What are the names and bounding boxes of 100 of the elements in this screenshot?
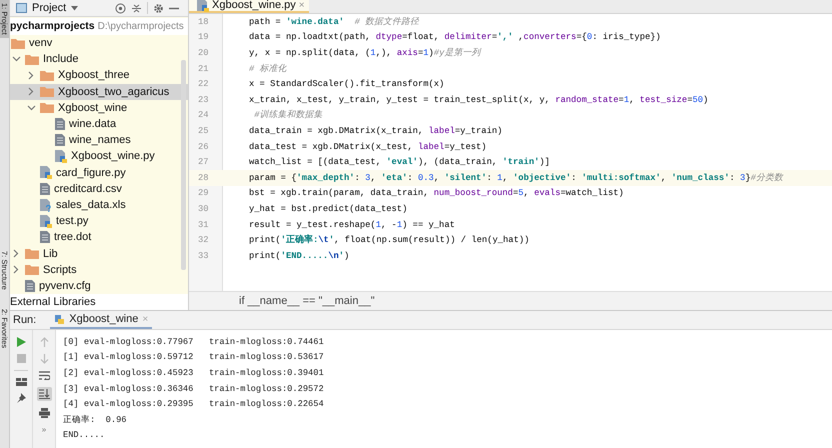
target-icon[interactable] [115,2,126,14]
code-line: data_train = xgb.DMatrix(x_train, label=y_train) [249,126,502,136]
line-number: 28 [197,172,210,183]
line-number: 21 [197,64,210,74]
tree-item-label[interactable]: wine_names [69,134,131,146]
code-line: # 标准化 [249,62,287,75]
folder-icon [40,86,54,98]
play-icon[interactable] [16,337,26,347]
python-file-icon [40,214,52,228]
code-line: print('正确率:\t', float(np.sum(result)) / len(y_hat)) [249,234,530,246]
tree-item-label[interactable]: wine.data [69,118,116,130]
line-number: 25 [197,126,210,136]
layout-icon[interactable] [16,378,26,386]
line-number: 27 [197,157,210,168]
tree-item-label[interactable]: pyvenv.cfg [39,280,91,292]
chevron-right-icon[interactable] [28,70,34,80]
settings-icon[interactable] [153,2,164,14]
line-number: 18 [197,16,210,27]
project-window-icon [16,3,27,13]
file-icon [55,118,65,130]
unknown-file-icon [40,198,52,212]
tree-item-label[interactable]: Xgboost_three [58,69,130,82]
line-number: 22 [197,79,210,90]
tree-item-label[interactable]: Include [43,53,78,66]
file-icon [40,182,50,195]
tree-item-label[interactable]: Scripts [43,264,77,276]
tree-item-label[interactable]: tree.dot [54,231,92,244]
line-number: 19 [197,32,210,42]
line-number: 33 [197,250,210,261]
editor-tab[interactable]: Xgboost_wine.py × [189,0,309,13]
code-line: result = y_test.reshape(1, -1) == y_hat [249,220,455,230]
code-line: #训练集和数据集 [253,109,323,122]
chevron-right-icon[interactable] [13,249,19,258]
caret-icon[interactable] [71,6,78,10]
code-line: path = 'wine.data' # 数据文件路径 [249,16,420,28]
python-file-icon [55,150,67,163]
code-line: y_hat = bst.predict(data_test) [249,204,408,214]
line-number: 20 [197,48,210,58]
tree-item-label[interactable]: Xgboost_wine [58,102,128,114]
tree-item-label[interactable]: Xgboost_wine.py [71,150,155,162]
line-number: 24 [197,110,210,120]
code-line: param = {'max_depth': 3, 'eta': 0.3, 'silent': 1, 'objective': 'multi:softmax', 'num_class': 3}#分类数 [249,172,783,184]
tree-row[interactable]: External Libraries [10,294,188,310]
tree-item-label[interactable]: Xgboost_two_agaricus [58,86,170,98]
project-root[interactable]: pycharmprojects [10,20,95,32]
root-row[interactable]: pycharmprojects D:\pycharmprojects [10,18,188,35]
folder-icon [40,102,54,114]
run-label: Run: [13,314,36,326]
file-icon [25,280,35,292]
python-icon [54,314,66,324]
selected-row-highlight[interactable]: Xgboost_two_agaricus [10,84,188,100]
folder-icon [11,38,25,48]
code-line: bst = xgb.train(param, data_train, num_boost_round=5, evals=watch_list) [249,188,624,198]
minimize-icon[interactable] [169,6,179,10]
code-line: data = np.loadtxt(path, dtype=float, delimiter=',' ,converters={0: iris_type}) [249,32,661,42]
file-icon [40,231,50,244]
console-line: [4] eval-mlogloss:0.29395 train-mlogloss:0.22654 [63,398,325,412]
more-button[interactable]: » [42,425,46,434]
pin-icon[interactable] [16,393,26,403]
console-line: [2] eval-mlogloss:0.45923 train-mlogloss:0.39401 [63,366,325,380]
run-tab[interactable]: Xgboost_wine × [50,311,152,329]
line-number: 23 [197,94,210,105]
project-path: D:\pycharmprojects [98,20,184,32]
code-line: print('END.....\n') [249,250,350,261]
tree-item-label[interactable]: creditcard.csv [54,182,122,195]
chevron-right-icon[interactable] [13,265,19,274]
folder-icon [25,54,39,65]
tree-item-label[interactable]: sales_data.xls [56,199,126,212]
python-file-icon [40,166,52,180]
code-line: y, x = np.split(data, (1,), axis=1)#y是第一列 [249,46,480,59]
python-file-icon [197,0,209,12]
console-line: [3] eval-mlogloss:0.36346 train-mlogloss:0.29572 [63,382,325,396]
print-icon[interactable] [38,408,50,418]
breadcrumb[interactable]: if __name__ == "__main__" [239,295,375,307]
console-line: END..... [63,429,106,442]
tree-item-label[interactable]: venv [29,37,52,49]
folder-icon [25,264,39,276]
line-number: 32 [197,235,210,246]
tree-item-label[interactable]: card_figure.py [56,166,126,179]
collapse-icon[interactable] [131,2,142,14]
line-number: 30 [197,204,210,214]
code-line: x = StandardScaler().fit_transform(x) [249,79,444,90]
code-line: x_train, x_test, y_train, y_test = train_test_split(x, y, random_state=1, test_size=50) [249,94,708,105]
panel-title[interactable]: Project [32,2,66,14]
folder-icon [40,70,54,81]
console-line: [1] eval-mlogloss:0.59712 train-mlogloss:0.53617 [63,351,325,364]
line-number: 26 [197,142,210,152]
tree-item-label[interactable]: Lib [43,248,58,260]
code-line: watch_list = [(data_test, 'eval'), (data_train, 'train')] [249,157,550,168]
console-line: [0] eval-mlogloss:0.77967 train-mlogloss:0.74461 [63,336,325,349]
soft-wrap-icon[interactable] [38,371,50,380]
scrollbar[interactable] [181,60,186,270]
file-icon [55,134,65,146]
line-number: 29 [197,188,210,198]
code-line: data_test = xgb.DMatrix(x_test, label=y_test) [249,142,487,152]
chevron-down-icon[interactable] [12,56,20,62]
tree-item-label[interactable]: test.py [56,215,88,228]
line-number: 31 [197,220,210,230]
chevron-down-icon[interactable] [26,104,36,111]
chevron-right-icon[interactable] [28,87,34,96]
